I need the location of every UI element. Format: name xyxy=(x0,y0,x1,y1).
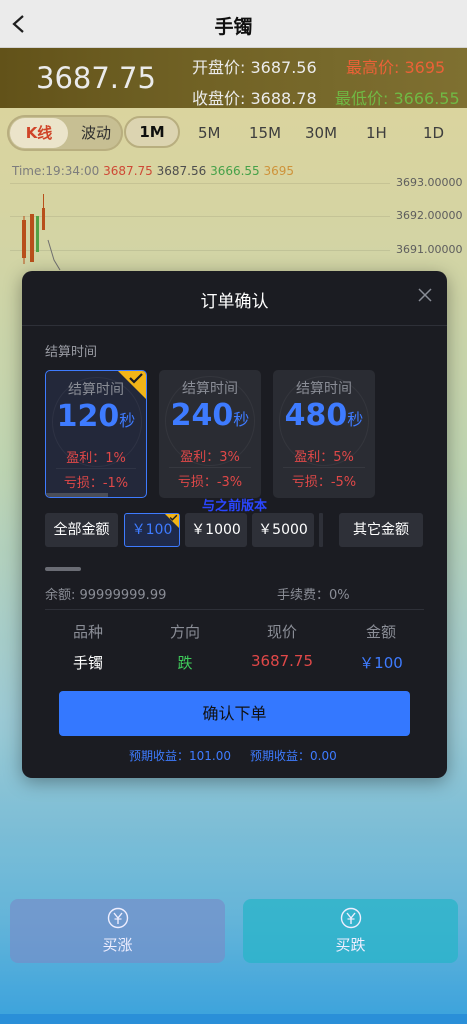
profit-rate: 盈利：3% xyxy=(180,450,240,465)
check-icon xyxy=(169,514,178,521)
time-card-header: 结算时间 xyxy=(182,381,238,397)
modal-title: 订单确认 xyxy=(200,292,269,312)
balance-text: 余额: 99999999.99 xyxy=(45,588,167,603)
order-amount: ￥100 xyxy=(359,654,403,672)
time-card-240[interactable]: 结算时间 240秒 盈利：3% 亏损：-3% xyxy=(159,370,261,498)
divider xyxy=(56,468,136,469)
profit-rate: 盈利：1% xyxy=(66,451,126,466)
divider xyxy=(169,467,251,468)
amount-all-button[interactable]: 全部金额 xyxy=(45,513,118,547)
amount-scroll-edge xyxy=(319,513,323,547)
expected-profit: 预期收益：101.00 xyxy=(129,749,231,763)
fee-text: 手续费：0% xyxy=(277,588,350,603)
col-header-amount: 金额 xyxy=(365,623,396,641)
order-price: 3687.75 xyxy=(250,652,314,670)
settlement-time-label: 结算时间 xyxy=(45,345,98,360)
buy-down-label: 买跌 xyxy=(335,936,366,954)
time-card-seconds: 240秒 xyxy=(170,398,250,433)
profit-rate: 盈利：5% xyxy=(294,450,354,465)
loss-rate: 亏损：-3% xyxy=(177,475,243,490)
col-header-price: 现价 xyxy=(266,623,297,641)
amount-other-button[interactable]: 其它金额 xyxy=(339,513,423,547)
expected-profit-alt: 预期收益：0.00 xyxy=(250,749,337,763)
col-header-direction: 方向 xyxy=(169,623,200,641)
order-direction: 跌 xyxy=(177,654,193,672)
yen-icon xyxy=(340,907,361,929)
amount-100-button[interactable]: ￥100 xyxy=(124,513,180,547)
loss-rate: 亏损：-5% xyxy=(291,475,357,490)
close-icon[interactable] xyxy=(417,287,433,303)
card-bar xyxy=(46,493,108,497)
time-card-header: 结算时间 xyxy=(296,381,352,397)
order-product: 手镯 xyxy=(72,654,103,672)
time-card-seconds: 120秒 xyxy=(56,399,136,434)
bottom-strip xyxy=(0,1014,467,1024)
amount-1000-button[interactable]: ￥1000 xyxy=(185,513,247,547)
check-icon xyxy=(129,373,143,384)
version-link[interactable]: 与之前版本 xyxy=(202,495,267,514)
time-card-480[interactable]: 结算时间 480秒 盈利：5% 亏损：-5% xyxy=(273,370,375,498)
divider xyxy=(45,609,424,610)
confirm-order-button[interactable]: 确认下单 xyxy=(59,691,410,736)
buy-down-button[interactable]: 买跌 xyxy=(243,899,458,963)
time-card-seconds: 480秒 xyxy=(284,398,364,433)
yen-icon xyxy=(107,907,128,929)
scroll-indicator xyxy=(45,567,81,571)
divider xyxy=(22,325,447,326)
buy-up-button[interactable]: 买涨 xyxy=(10,899,225,963)
buy-up-label: 买涨 xyxy=(102,936,133,954)
col-header-product: 品种 xyxy=(72,623,103,641)
amount-5000-button[interactable]: ￥5000 xyxy=(252,513,314,547)
divider xyxy=(283,467,365,468)
loss-rate: 亏损：-1% xyxy=(63,476,129,491)
time-card-120[interactable]: 结算时间 120秒 盈利：1% 亏损：-1% xyxy=(45,370,147,498)
order-confirm-modal: 订单确认 结算时间 结算时间 120秒 盈利：1% 亏损：-1% 结算时间 24… xyxy=(22,271,447,778)
